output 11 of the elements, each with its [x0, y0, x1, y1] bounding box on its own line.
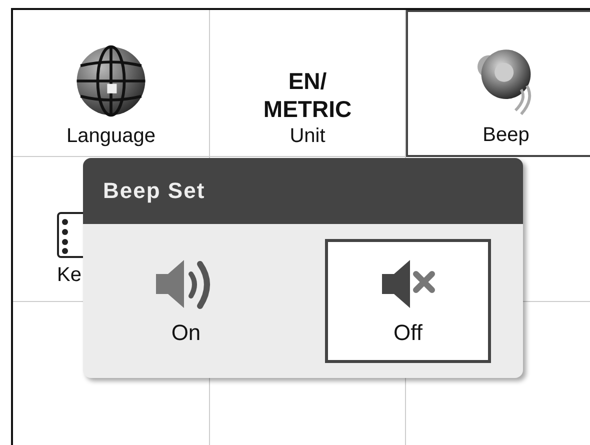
- unit-value: EN/ METRIC: [263, 67, 352, 123]
- dialog-title: Beep Set: [103, 178, 206, 204]
- menu-tile[interactable]: EN/ METRIC Unit: [210, 10, 406, 157]
- option-button[interactable]: Off: [325, 239, 491, 363]
- menu-tile[interactable]: Language: [13, 10, 210, 157]
- menu-tile[interactable]: Beep: [406, 10, 590, 157]
- tile-label: Unit: [290, 125, 326, 148]
- tile-label: Beep: [482, 124, 530, 147]
- option-button[interactable]: On: [103, 239, 269, 363]
- tile-label: Ke: [57, 264, 82, 287]
- tile-label: Language: [66, 125, 156, 148]
